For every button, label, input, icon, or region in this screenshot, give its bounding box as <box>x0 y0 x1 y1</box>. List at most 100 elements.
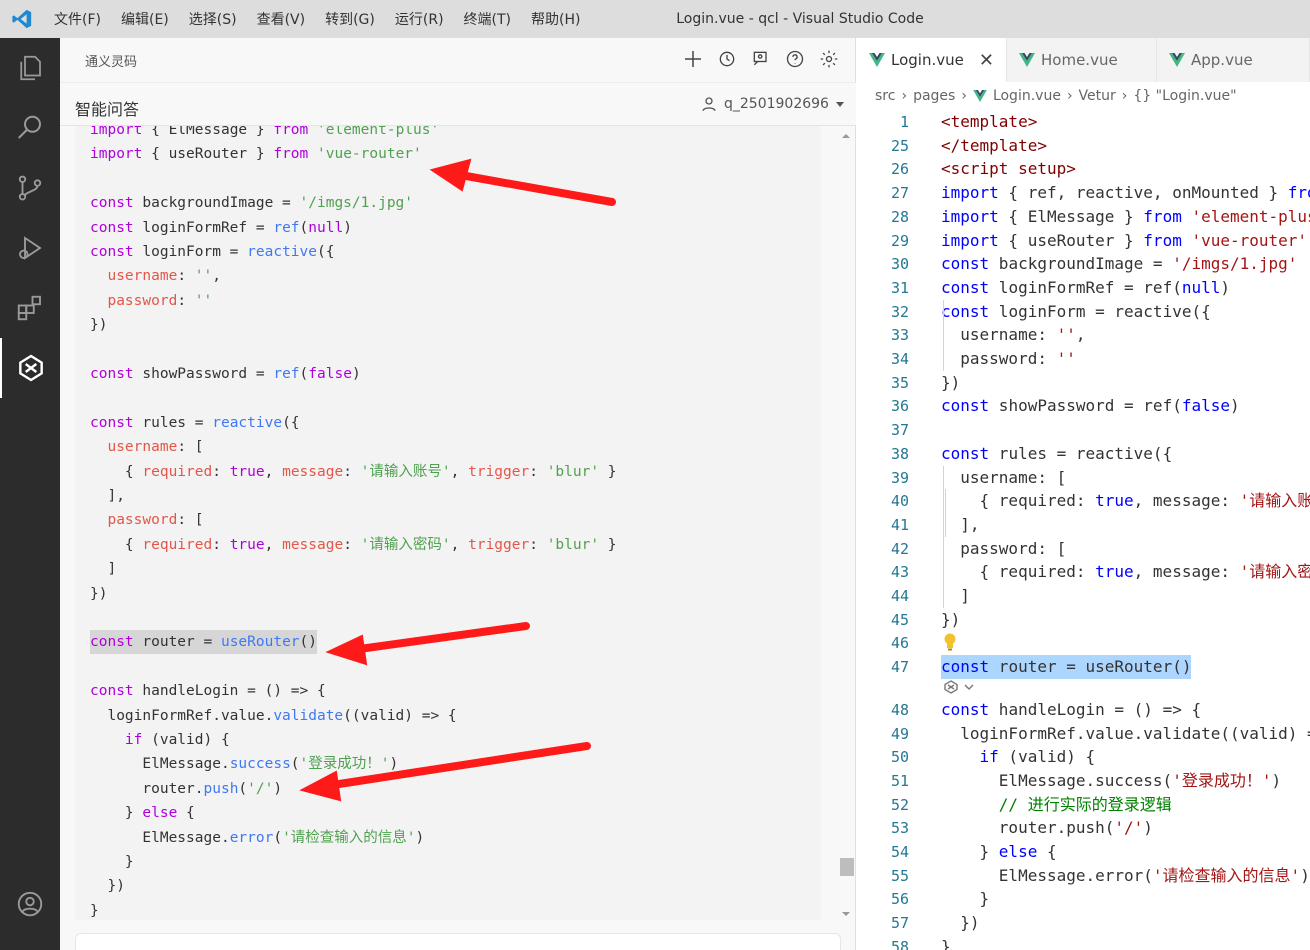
tab-home-vue[interactable]: Home.vue <box>1007 38 1157 82</box>
panel-scrollbar[interactable] <box>838 130 854 920</box>
search-icon[interactable] <box>0 98 60 158</box>
code-line[interactable]: { required: true, message: '请输入账号', trig… <box>941 489 1310 513</box>
activity-bar <box>0 38 60 950</box>
line-number: 46 <box>890 634 909 653</box>
chevron-right-icon: › <box>1066 88 1073 104</box>
code-line[interactable]: } <box>941 935 951 950</box>
chat-code-line: const router = useRouter() <box>90 630 318 655</box>
code-line[interactable]: }) <box>941 608 960 632</box>
menu-go[interactable]: 转到(G) <box>315 9 385 29</box>
chat-code-line: ], <box>90 488 125 504</box>
history-icon[interactable] <box>714 46 740 72</box>
close-icon[interactable]: ✕ <box>979 50 994 71</box>
explorer-icon[interactable] <box>0 38 60 98</box>
chat-code-line: }) <box>90 317 108 334</box>
code-line[interactable]: router.push('/') <box>941 816 1153 840</box>
chat-code-line: } <box>90 854 134 870</box>
menu-edit[interactable]: 编辑(E) <box>111 9 179 29</box>
tongyi-icon[interactable] <box>0 338 60 398</box>
breadcrumb-item[interactable]: pages <box>913 88 955 104</box>
code-line[interactable]: { required: true, message: '请输入密码', trig… <box>941 560 1310 584</box>
tab-app-vue[interactable]: App.vue <box>1157 38 1310 82</box>
menu-run[interactable]: 运行(R) <box>385 9 454 29</box>
breadcrumb-item[interactable]: src <box>875 88 895 104</box>
code-line[interactable]: const loginForm = reactive({ <box>941 300 1211 324</box>
code-line[interactable]: if (valid) { <box>941 745 1096 769</box>
vscode-logo-icon <box>0 0 44 38</box>
tab-login-vue[interactable]: Login.vue ✕ <box>857 38 1007 82</box>
indent-guide <box>943 299 944 371</box>
settings-gear-icon[interactable] <box>816 46 842 72</box>
run-debug-icon[interactable] <box>0 218 60 278</box>
line-number: 29 <box>890 231 909 250</box>
line-number: 52 <box>890 795 909 814</box>
help-icon[interactable] <box>782 46 808 72</box>
code-line[interactable]: const rules = reactive({ <box>941 442 1172 466</box>
code-line[interactable]: ], <box>941 513 979 537</box>
code-line[interactable]: username: '', <box>941 323 1085 347</box>
code-line[interactable]: const handleLogin = () => { <box>941 698 1201 722</box>
tab-label: App.vue <box>1191 51 1253 69</box>
menu-selection[interactable]: 选择(S) <box>179 9 247 29</box>
account-icon[interactable] <box>0 874 60 934</box>
vscode-window: 文件(F) 编辑(E) 选择(S) 查看(V) 转到(G) 运行(R) 终端(T… <box>0 0 1310 950</box>
chat-code-line: router.push('/') <box>90 780 283 797</box>
chat-code-line: password: '' <box>107 292 213 309</box>
code-line[interactable]: // 进行实际的登录逻辑 <box>941 793 1172 817</box>
code-line[interactable]: password: [ <box>941 537 1066 561</box>
code-line[interactable]: import { ElMessage } from 'element-plus' <box>941 205 1310 229</box>
code-line[interactable]: ElMessage.success('登录成功！') <box>941 769 1281 793</box>
code-line[interactable]: }) <box>941 371 960 395</box>
extensions-icon[interactable] <box>0 278 60 338</box>
chat-code-line: username: '', <box>107 268 221 285</box>
vue-file-icon <box>1169 53 1185 67</box>
lightbulb-icon[interactable] <box>943 633 957 651</box>
code-line[interactable]: const backgroundImage = '/imgs/1.jpg' <box>941 252 1297 276</box>
chat-code-line: password: [ <box>107 512 204 529</box>
tongyi-codelens-icon[interactable] <box>943 679 983 695</box>
code-line[interactable]: <script setup> <box>941 157 1076 181</box>
chevron-right-icon: › <box>961 88 967 104</box>
chat-input[interactable] <box>75 933 841 950</box>
title-bar: 文件(F) 编辑(E) 选择(S) 查看(V) 转到(G) 运行(R) 终端(T… <box>0 0 1310 38</box>
code-line[interactable]: const router = useRouter() <box>941 655 1192 680</box>
line-number: 42 <box>890 539 909 558</box>
source-control-icon[interactable] <box>0 158 60 218</box>
user-selector[interactable]: q_2501902696 <box>700 95 845 113</box>
line-number: 58 <box>890 937 909 950</box>
code-line[interactable]: } <box>941 887 990 911</box>
menu-terminal[interactable]: 终端(T) <box>454 9 521 29</box>
code-line[interactable]: password: '' <box>941 347 1076 371</box>
code-line[interactable]: import { useRouter } from 'vue-router' <box>941 229 1307 253</box>
tongyi-panel: 通义灵码 智能问答 q_2501902696 import { ElMessag… <box>60 38 856 950</box>
code-line[interactable]: }) <box>941 911 979 935</box>
line-number: 30 <box>890 255 909 274</box>
code-line[interactable]: ElMessage.error('请检查输入的信息') <box>941 864 1310 888</box>
code-line[interactable]: const loginFormRef = ref(null) <box>941 276 1230 300</box>
menu-file[interactable]: 文件(F) <box>44 9 111 29</box>
panel-toolbar <box>680 46 842 72</box>
line-number: 33 <box>890 326 909 345</box>
breadcrumb-item[interactable]: Login.vue <box>993 88 1061 104</box>
new-chat-icon[interactable] <box>680 46 706 72</box>
chat-code-line: const loginFormRef = ref(null) <box>90 219 352 236</box>
code-line[interactable]: username: [ <box>941 466 1066 490</box>
code-line[interactable]: ] <box>941 584 970 608</box>
qa-header: 智能问答 q_2501902696 <box>60 82 856 126</box>
code-line[interactable]: <template> <box>941 110 1037 134</box>
breadcrumb-item[interactable]: {} "Login.vue" <box>1133 88 1236 104</box>
breadcrumb-item[interactable]: Vetur <box>1079 88 1116 104</box>
code-line[interactable]: const showPassword = ref(false) <box>941 394 1240 418</box>
scroll-thumb[interactable] <box>840 858 854 876</box>
menu-help[interactable]: 帮助(H) <box>521 9 590 29</box>
code-line[interactable]: } else { <box>941 840 1057 864</box>
code-line[interactable]: </template> <box>941 134 1047 158</box>
menu-view[interactable]: 查看(V) <box>247 9 316 29</box>
code-line[interactable]: loginFormRef.value.validate((valid) => { <box>941 722 1310 746</box>
line-number: 45 <box>890 610 909 629</box>
panel-title: 通义灵码 <box>85 54 138 70</box>
chat-user-icon[interactable] <box>748 46 774 72</box>
line-number: 34 <box>890 350 909 368</box>
code-line[interactable]: import { ref, reactive, onMounted } from… <box>941 181 1310 205</box>
chat-code-line: loginFormRef.value.validate((valid) => { <box>90 707 457 724</box>
